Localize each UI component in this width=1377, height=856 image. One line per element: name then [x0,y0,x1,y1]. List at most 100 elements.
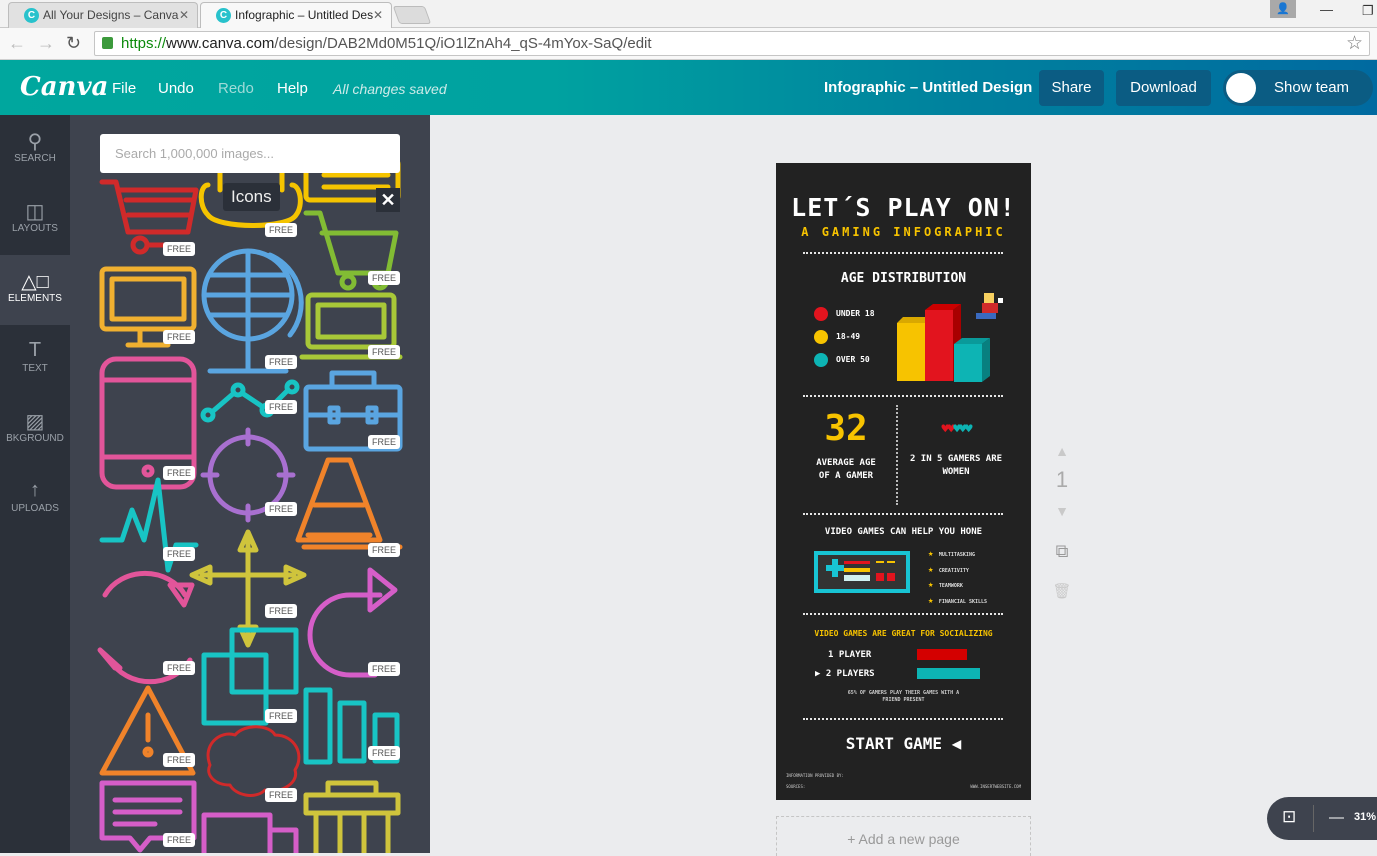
free-badge: FREE [368,435,401,449]
free-badge: FREE [163,466,196,480]
free-badge: FREE [368,543,401,557]
page-up-icon[interactable]: ▲ [1050,443,1074,459]
chat-bubbles-icon [201,812,299,853]
brain-icon [206,725,301,797]
minimize-button[interactable]: — [1320,2,1333,17]
free-badge: FREE [265,223,298,237]
free-badge: FREE [368,271,401,285]
free-badge: FREE [265,709,298,723]
skills-list: ★ MULTITASKING ★ CREATIVITY ★ TEAMWORK ★… [928,547,987,609]
delete-page-icon[interactable]: 🗑 [1050,582,1074,600]
elements-icon: △□ [21,271,49,293]
rail-uploads[interactable]: ↑ UPLOADS [0,465,70,535]
background-icon: ▨ [25,411,45,433]
download-button[interactable]: Download [1116,70,1211,106]
tab-all-designs[interactable]: C All Your Designs – Canva ✕ [8,2,198,28]
rail-layouts[interactable]: ◫ LAYOUTS [0,185,70,255]
star-icon: ★ [928,595,939,606]
info-provided[interactable]: INFORMATION PROVIDED BY: [786,773,844,778]
free-badge: FREE [368,746,401,760]
zoom-out-button[interactable]: — [1329,809,1344,826]
infographic-subtitle[interactable]: A GAMING INFOGRAPHIC [776,225,1031,239]
skill-item[interactable]: ★ FINANCIAL SKILLS [928,594,987,610]
free-badge: FREE [163,330,196,344]
skill-item[interactable]: ★ TEAMWORK [928,578,987,594]
player-2-bar [917,668,980,679]
menu-help[interactable]: Help [277,80,308,97]
menu-file[interactable]: File [112,80,136,97]
skill-item[interactable]: ★ CREATIVITY [928,563,987,579]
free-badge: FREE [163,242,196,256]
star-icon: ★ [928,564,939,575]
tab-infographic[interactable]: C Infographic – Untitled Des ✕ [200,2,392,28]
close-tab-icon[interactable]: ✕ [179,8,189,22]
zoom-control: ⊡ — 31% [1267,797,1377,840]
sources-label[interactable]: SOURCES: [786,784,805,789]
redo-arrow-icon [102,570,195,608]
rail-text[interactable]: T TEXT [0,325,70,395]
back-icon[interactable]: ← [8,33,26,54]
player-2-label[interactable]: ▶ 2 PLAYERS [815,669,875,679]
skill-item[interactable]: ★ MULTITASKING [928,547,987,563]
profile-icon[interactable]: 👤 [1270,0,1296,18]
globe-icon [201,248,304,374]
free-badge: FREE [163,833,196,847]
canva-logo[interactable]: Canva [20,72,108,102]
save-status: All changes saved [333,81,447,97]
women-stat[interactable]: 2 IN 5 GAMERS ARE WOMEN [906,453,1006,479]
social-note[interactable]: 65% OF GAMERS PLAY THEIR GAMES WITH A FR… [846,690,961,704]
share-button[interactable]: Share [1039,70,1104,106]
page-down-icon[interactable]: ▼ [1050,503,1074,519]
legend-swatch-teal [814,353,828,367]
average-age-label[interactable]: AVERAGE AGE OF A GAMER [816,457,876,483]
forward-icon[interactable]: → [37,33,55,54]
reload-icon[interactable]: ↻ [66,33,81,54]
image-search-input[interactable]: Search 1,000,000 images... [100,134,400,173]
menu-redo[interactable]: Redo [218,80,254,97]
divider [803,252,1003,254]
canva-favicon: C [24,8,39,23]
start-game-text[interactable]: START GAME ◀ [776,734,1031,753]
search-icon: ⚲ [27,131,43,153]
zoom-level[interactable]: 31% [1354,811,1376,823]
design-page[interactable]: LET´S PLAY ON! A GAMING INFOGRAPHIC AGE … [776,163,1031,800]
divider [803,718,1003,720]
lock-icon [102,37,113,49]
elements-panel: Search 1,000,000 images... Icons ✕ FREE … [70,115,430,853]
design-title[interactable]: Infographic – Untitled Design [824,79,1032,96]
cycle-arrow-icon [307,567,398,678]
trash-icon [303,780,401,853]
show-team-button[interactable]: Show team [1223,70,1373,106]
page-number: 1 [1055,467,1069,492]
duplicate-page-icon[interactable]: ⧉ [1050,541,1074,562]
new-tab-button[interactable] [392,6,432,24]
gamepad-icon [814,551,910,593]
divider [803,613,1003,615]
social-heading[interactable]: VIDEO GAMES ARE GREAT FOR SOCIALIZING [776,629,1031,638]
close-tab-icon[interactable]: ✕ [373,8,383,22]
vertical-divider [896,405,898,505]
website-label[interactable]: WWW.INSERTWEBSITE.COM [970,784,1021,789]
infographic-title[interactable]: LET´S PLAY ON! [776,193,1031,222]
upload-icon: ↑ [30,479,40,501]
star-icon: ★ [928,580,939,590]
restore-button[interactable]: ❐ [1362,3,1374,19]
menu-undo[interactable]: Undo [158,80,194,97]
hone-heading[interactable]: VIDEO GAMES CAN HELP YOU HONE [776,527,1031,537]
player-1-label[interactable]: 1 PLAYER [828,650,871,660]
url-input[interactable]: https://www.canva.com/design/DAB2Md0M51Q… [94,31,1370,56]
star-icon: ★ [928,549,939,559]
traffic-cone-icon [295,457,403,550]
rail-elements[interactable]: △□ ELEMENTS [0,255,70,325]
free-badge: FREE [368,345,401,359]
close-panel-icon[interactable]: ✕ [376,188,400,212]
age-heading[interactable]: AGE DISTRIBUTION [776,271,1031,286]
present-icon[interactable]: ⊡ [1282,807,1296,827]
average-age-value[interactable]: 32 [796,408,896,449]
player-1-bar [917,649,967,660]
rail-background[interactable]: ▨ BKGROUND [0,395,70,465]
pixel-character-icon [976,293,1003,319]
add-new-page-button[interactable]: + Add a new page [776,816,1031,856]
rail-search[interactable]: ⚲ SEARCH [0,115,70,185]
bookmark-star-icon[interactable]: ☆ [1346,32,1363,55]
